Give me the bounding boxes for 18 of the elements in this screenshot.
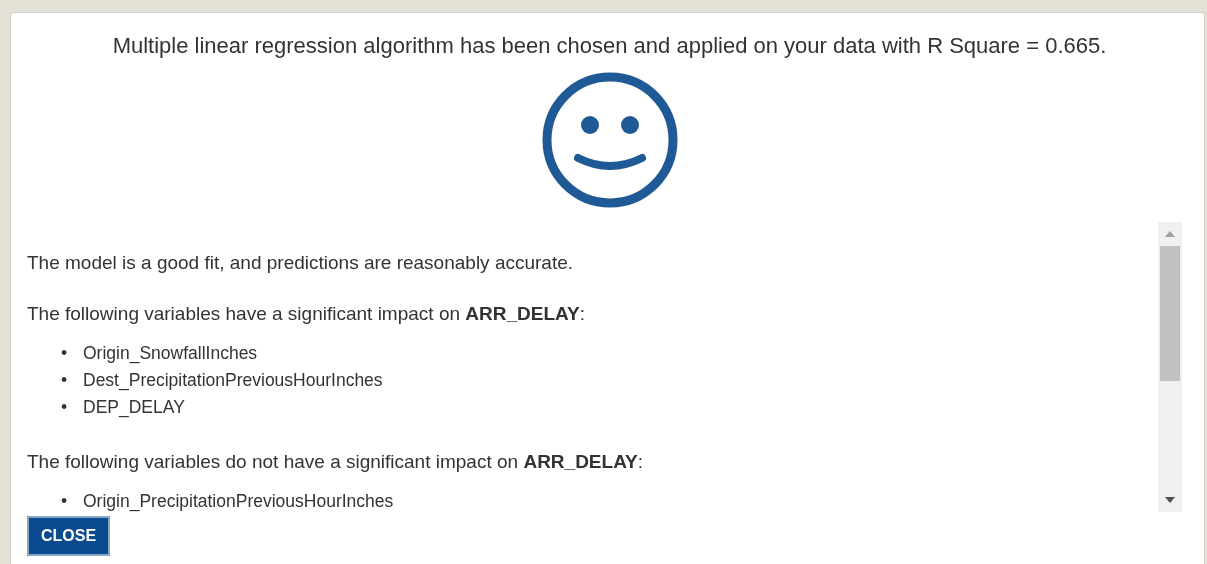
result-text: The following variables have a significant impact on ARR_DELAY: (27, 303, 586, 325)
bullet-marker: • (61, 369, 69, 392)
variable-item: Dest_PrecipitationPreviousHourInches (83, 369, 383, 393)
result-text: The model is a good fit, and predictions are reasonably accurate. (27, 252, 575, 274)
close-button[interactable]: CLOSE (27, 516, 111, 556)
smiley-face-icon (539, 70, 680, 210)
dialog-title: Multiple linear regression algorithm has been chosen and applied on your data with R Square = 0.665. (111, 33, 1108, 59)
variable-item: Origin_PrecipitationPreviousHourInches (83, 490, 394, 512)
bullet-marker: • (61, 490, 69, 512)
scrollbar[interactable] (1158, 222, 1182, 512)
variable-item: Origin_SnowfallInches (83, 342, 258, 366)
bullet-marker: • (61, 396, 69, 419)
result-text: The following variables do not have a significant impact on ARR_DELAY: (27, 451, 645, 473)
scroll-up-icon[interactable] (1165, 230, 1175, 238)
scroll-down-icon[interactable] (1165, 496, 1175, 504)
bullet-marker: • (61, 342, 69, 365)
scrollbar-thumb[interactable] (1160, 246, 1180, 381)
variable-item: DEP_DELAY (83, 396, 185, 420)
